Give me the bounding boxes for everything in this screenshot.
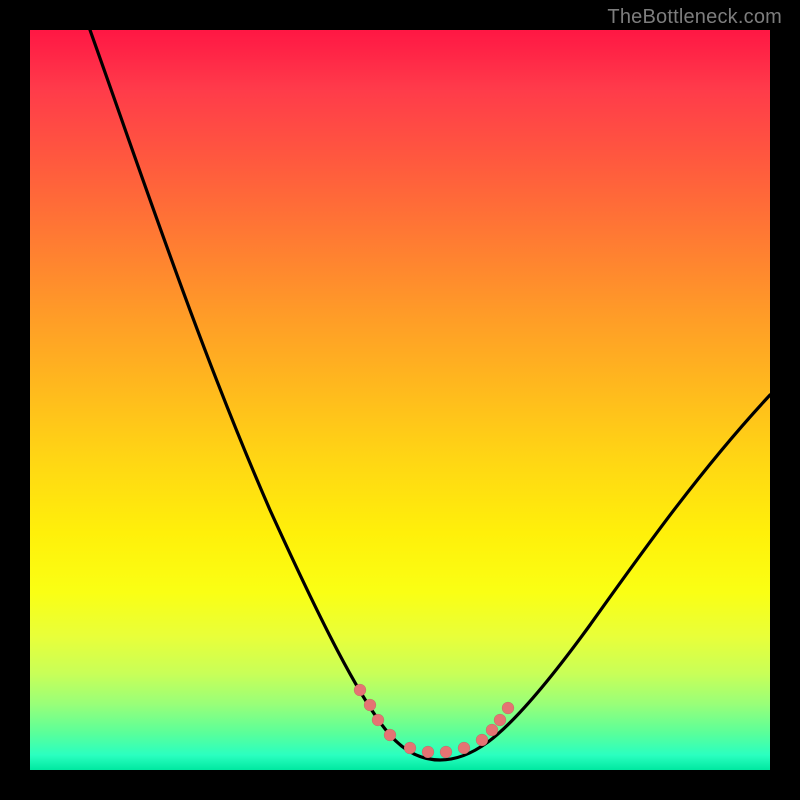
- marker-dot: [458, 742, 470, 754]
- marker-dot: [372, 714, 384, 726]
- plot-area: [30, 30, 770, 770]
- brand-watermark: TheBottleneck.com: [607, 6, 782, 29]
- marker-dot: [384, 729, 396, 741]
- marker-group: [354, 684, 514, 758]
- marker-dot: [476, 734, 488, 746]
- curve-layer: [30, 30, 770, 770]
- chart-frame: TheBottleneck.com: [0, 0, 800, 800]
- marker-dot: [494, 714, 506, 726]
- marker-dot: [440, 746, 452, 758]
- marker-dot: [422, 746, 434, 758]
- marker-dot: [486, 724, 498, 736]
- marker-dot: [502, 702, 514, 714]
- marker-dot: [364, 699, 376, 711]
- bottleneck-curve: [90, 30, 770, 760]
- marker-dot: [354, 684, 366, 696]
- marker-dot: [404, 742, 416, 754]
